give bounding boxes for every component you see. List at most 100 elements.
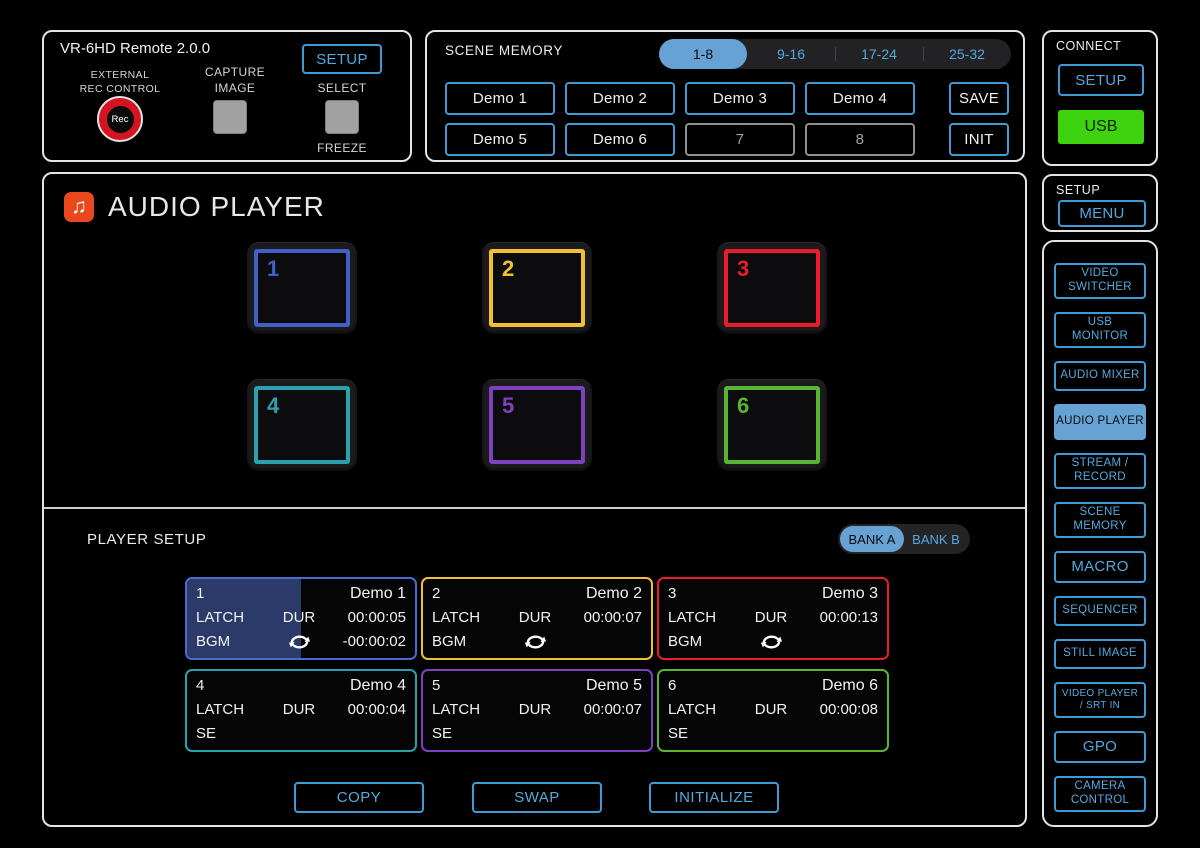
pad-frame: 3 (724, 249, 820, 327)
function-sidebar: VIDEOSWITCHER USBMONITOR AUDIO MIXER AUD… (1042, 240, 1158, 827)
player-card-3[interactable]: 3 Demo 3 LATCH DUR 00:00:13 BGM (657, 577, 889, 660)
sidebar-item-sequencer[interactable]: SEQUENCER (1054, 596, 1146, 626)
scene-memory-tab-bar: 1-8 9-16 17-24 25-32 (659, 39, 1011, 69)
card-duration: 00:00:04 (326, 701, 406, 718)
bank-b-button[interactable]: BANK B (904, 526, 968, 552)
capture-image-button[interactable] (213, 100, 247, 134)
scene-slot-7[interactable]: 7 (685, 123, 795, 156)
sidebar-item-scene-memory[interactable]: SCENEMEMORY (1054, 502, 1146, 538)
swap-button[interactable]: SWAP (472, 782, 602, 813)
card-duration: 00:00:07 (562, 609, 642, 626)
sidebar-item-macro[interactable]: MACRO (1054, 551, 1146, 583)
player-card-1[interactable]: 1 Demo 1 LATCH DUR 00:00:05 BGM (185, 577, 417, 660)
freeze-button[interactable] (325, 100, 359, 134)
card-mode: LATCH (196, 701, 272, 718)
app-title: VR-6HD Remote 2.0.0 (60, 40, 210, 57)
bank-a-button[interactable]: BANK A (840, 526, 904, 552)
scene-slot-row-2: Demo 5 Demo 6 7 8 INIT (445, 123, 1009, 156)
tab-scenes-17-24[interactable]: 17-24 (835, 39, 923, 69)
player-card-4[interactable]: 4 Demo 4 LATCH DUR 00:00:04 SE (185, 669, 417, 752)
connect-title: CONNECT (1056, 39, 1121, 53)
card-mode: LATCH (668, 609, 744, 626)
audio-player-panel: ♫ AUDIO PLAYER 1 2 3 4 5 (42, 172, 1027, 827)
scene-slot-2[interactable]: Demo 2 (565, 82, 675, 115)
rec-button[interactable]: Rec (97, 96, 143, 142)
card-dur-label: DUR (272, 609, 326, 626)
pad-number: 5 (502, 393, 514, 419)
usb-connect-button[interactable]: USB (1058, 110, 1144, 144)
audio-pad-6[interactable]: 6 (717, 379, 827, 471)
player-card-6[interactable]: 6 Demo 6 LATCH DUR 00:00:08 SE (657, 669, 889, 752)
scene-slot-1[interactable]: Demo 1 (445, 82, 555, 115)
sidebar-item-audio-player[interactable]: AUDIO PLAYER (1054, 404, 1146, 440)
card-mode: LATCH (432, 701, 508, 718)
scene-slot-4[interactable]: Demo 4 (805, 82, 915, 115)
menu-button[interactable]: MENU (1058, 200, 1146, 227)
loop-icon (272, 634, 326, 650)
card-name: Demo 4 (272, 677, 406, 695)
tab-scenes-25-32[interactable]: 25-32 (923, 39, 1011, 69)
card-number: 1 (196, 585, 272, 602)
audio-pad-2[interactable]: 2 (482, 242, 592, 334)
card-duration: 00:00:08 (798, 701, 878, 718)
pad-number: 1 (267, 256, 279, 282)
loop-icon (744, 634, 798, 650)
scene-slot-3[interactable]: Demo 3 (685, 82, 795, 115)
pad-number: 4 (267, 393, 279, 419)
card-number: 4 (196, 677, 272, 694)
card-name: Demo 1 (272, 585, 406, 603)
device-setup-button[interactable]: SETUP (302, 44, 382, 74)
connect-setup-button[interactable]: SETUP (1058, 64, 1144, 96)
capture-image-label: CAPTURE IMAGE (180, 64, 290, 96)
connect-panel: CONNECT SETUP USB (1042, 30, 1158, 166)
app-window: VR-6HD Remote 2.0.0 SETUP EXTERNAL REC C… (0, 0, 1200, 848)
section-divider (44, 507, 1025, 509)
pad-frame: 1 (254, 249, 350, 327)
card-number: 5 (432, 677, 508, 694)
sidebar-item-stream-record[interactable]: STREAM /RECORD (1054, 453, 1146, 489)
sidebar-item-usb-monitor[interactable]: USBMONITOR (1054, 312, 1146, 348)
pad-number: 3 (737, 256, 749, 282)
card-name: Demo 2 (508, 585, 642, 603)
audio-player-title: AUDIO PLAYER (108, 191, 325, 223)
card-dur-label: DUR (744, 701, 798, 718)
card-dur-label: DUR (508, 609, 562, 626)
pad-number: 6 (737, 393, 749, 419)
audio-pad-3[interactable]: 3 (717, 242, 827, 334)
select-label: SELECT (302, 80, 382, 96)
setup-panel: SETUP MENU (1042, 174, 1158, 232)
sidebar-item-still-image[interactable]: STILL IMAGE (1054, 639, 1146, 669)
sidebar-item-video-player-srt-in[interactable]: VIDEO PLAYER/ SRT IN (1054, 682, 1146, 718)
scene-memory-panel: SCENE MEMORY 1-8 9-16 17-24 25-32 Demo 1… (425, 30, 1025, 162)
sidebar-item-audio-mixer[interactable]: AUDIO MIXER (1054, 361, 1146, 391)
player-card-5[interactable]: 5 Demo 5 LATCH DUR 00:00:07 SE (421, 669, 653, 752)
loop-icon (508, 634, 562, 650)
sidebar-item-gpo[interactable]: GPO (1054, 731, 1146, 763)
player-card-2[interactable]: 2 Demo 2 LATCH DUR 00:00:07 BGM (421, 577, 653, 660)
device-panel: VR-6HD Remote 2.0.0 SETUP EXTERNAL REC C… (42, 30, 412, 162)
audio-pad-1[interactable]: 1 (247, 242, 357, 334)
scene-init-button[interactable]: INIT (949, 123, 1009, 156)
audio-pad-4[interactable]: 4 (247, 379, 357, 471)
rec-icon: Rec (107, 106, 134, 133)
scene-save-button[interactable]: SAVE (949, 82, 1009, 115)
card-category: BGM (196, 633, 272, 650)
card-mode: LATCH (668, 701, 744, 718)
card-category: SE (196, 725, 272, 742)
card-mode: LATCH (432, 609, 508, 626)
sidebar-item-video-switcher[interactable]: VIDEOSWITCHER (1054, 263, 1146, 299)
tab-scenes-9-16[interactable]: 9-16 (747, 39, 835, 69)
initialize-button[interactable]: INITIALIZE (649, 782, 779, 813)
card-duration: 00:00:07 (562, 701, 642, 718)
player-setup-title: PLAYER SETUP (87, 531, 206, 548)
card-category: SE (668, 725, 744, 742)
scene-slot-5[interactable]: Demo 5 (445, 123, 555, 156)
scene-slot-6[interactable]: Demo 6 (565, 123, 675, 156)
audio-pad-5[interactable]: 5 (482, 379, 592, 471)
bank-toggle: BANK A BANK B (838, 524, 970, 554)
copy-button[interactable]: COPY (294, 782, 424, 813)
card-name: Demo 6 (744, 677, 878, 695)
tab-scenes-1-8[interactable]: 1-8 (659, 39, 747, 69)
sidebar-item-camera-control[interactable]: CAMERACONTROL (1054, 776, 1146, 812)
scene-slot-8[interactable]: 8 (805, 123, 915, 156)
